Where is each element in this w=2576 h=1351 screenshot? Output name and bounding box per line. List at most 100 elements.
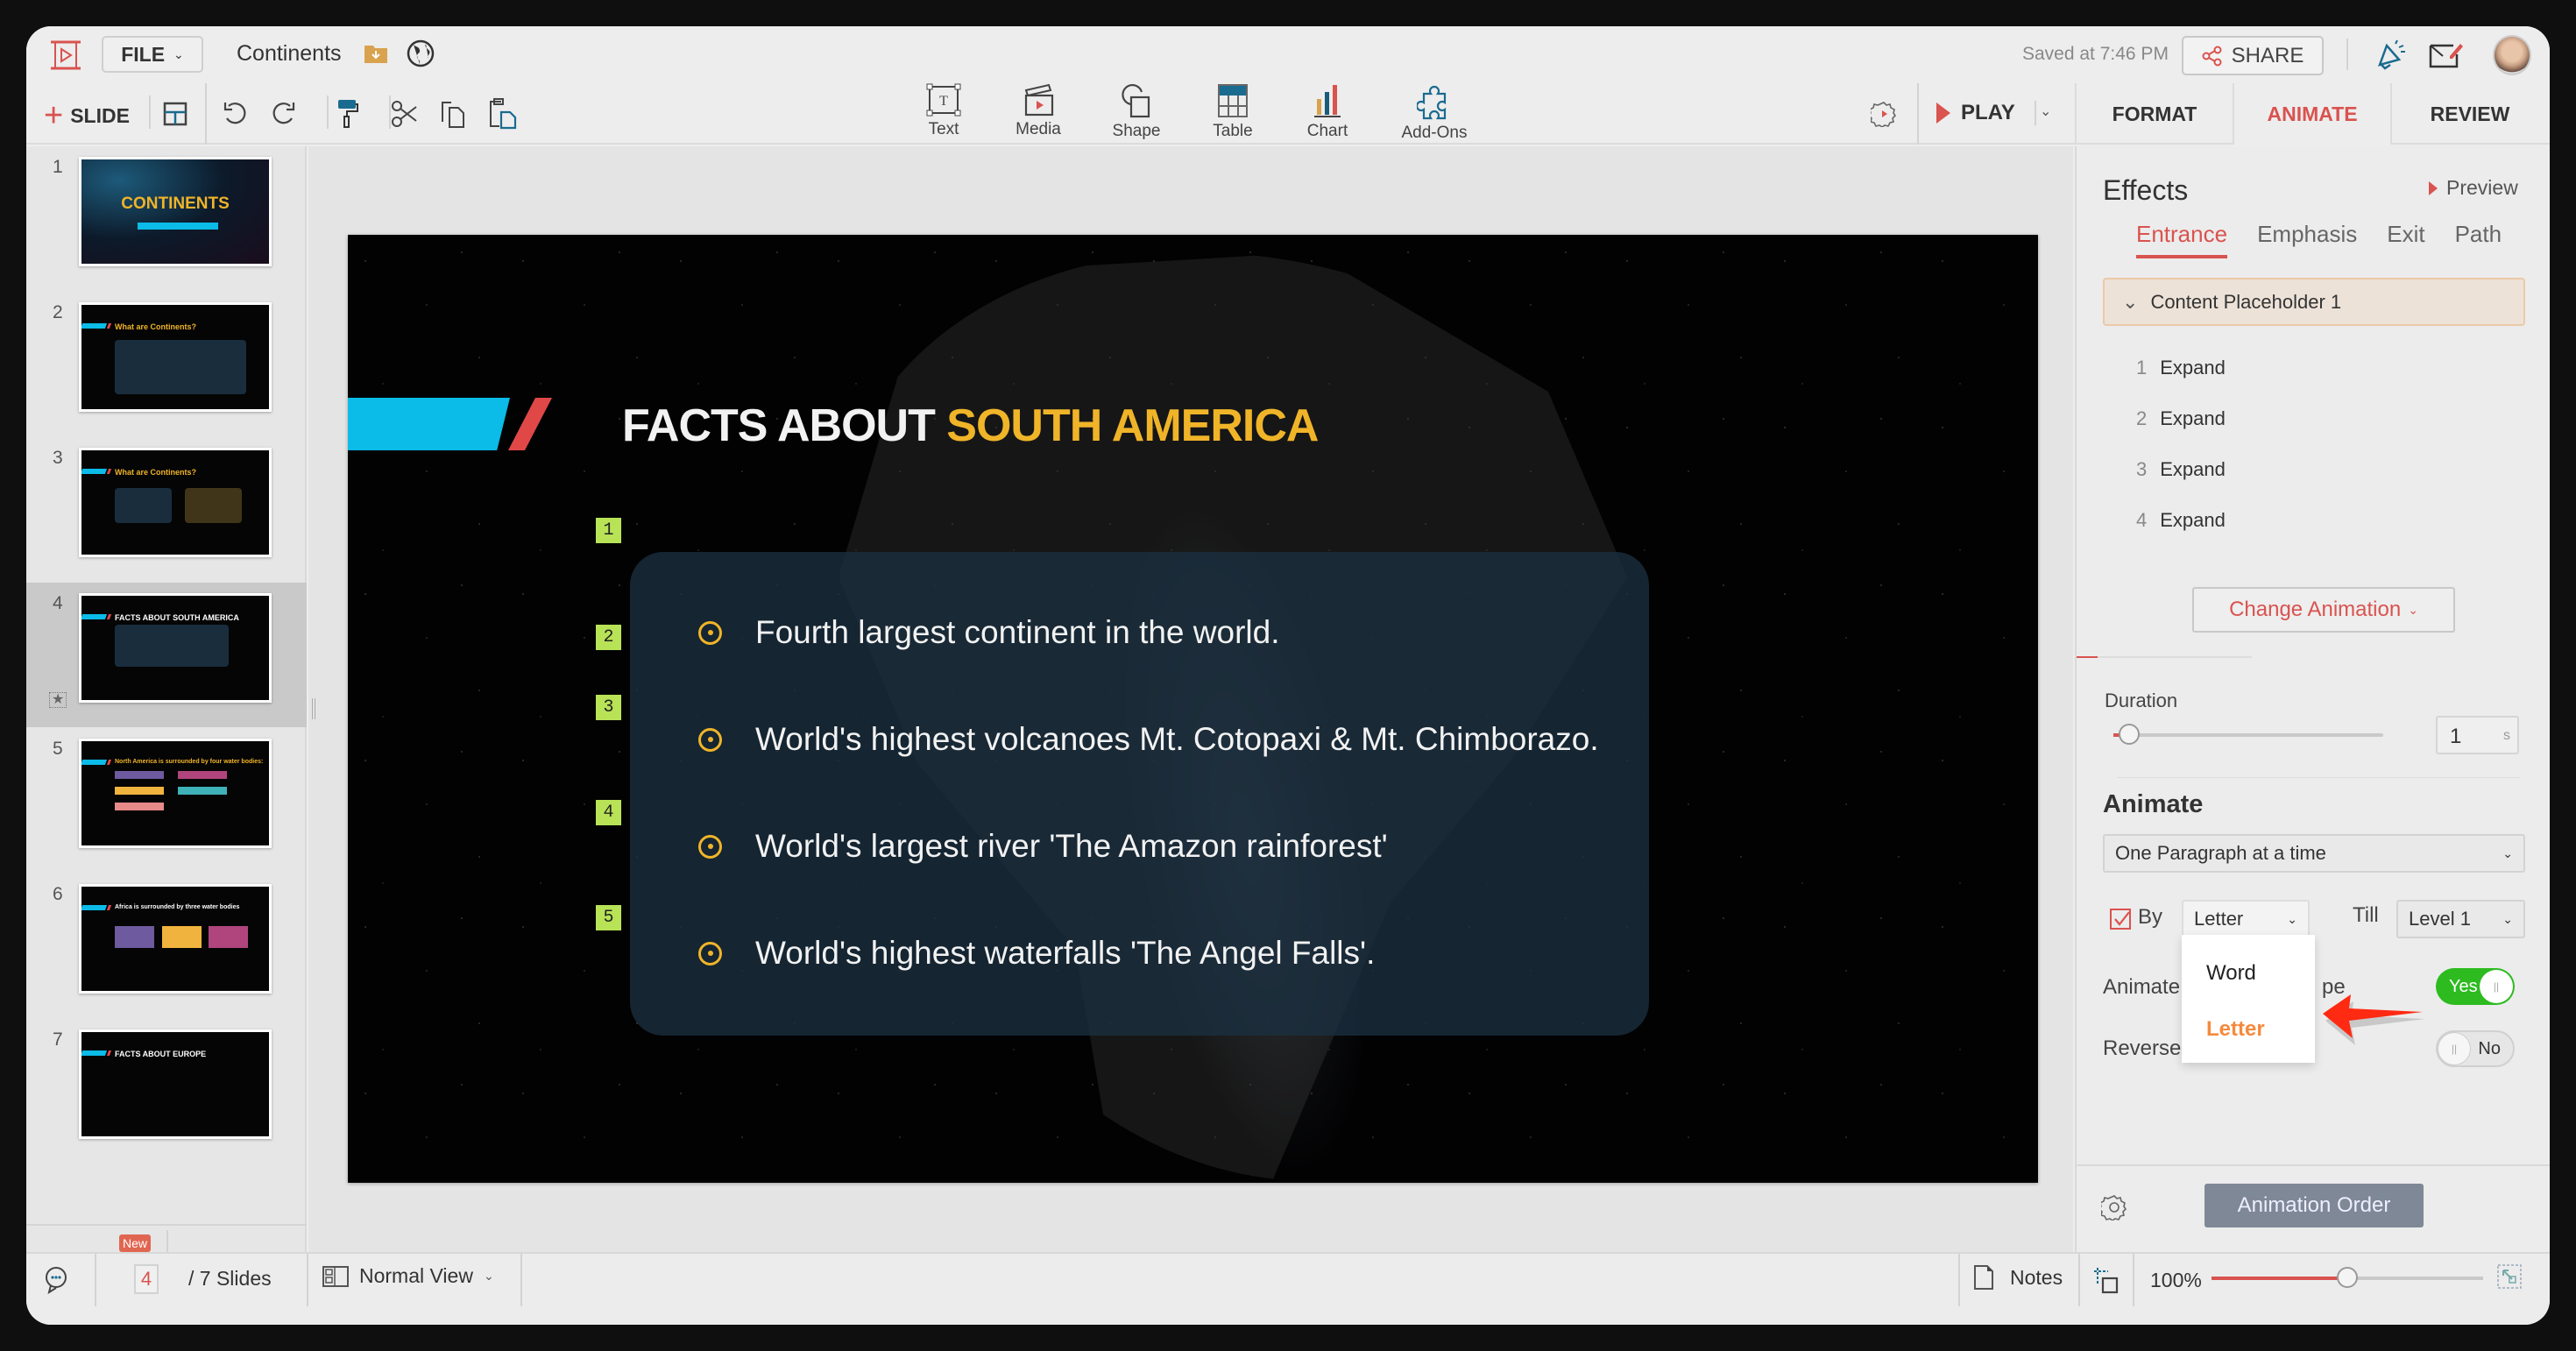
thumb-title: North America is surrounded by four wate…	[115, 759, 264, 765]
slide-canvas[interactable]: FACTS ABOUT SOUTH AMERICA 1 2 3 4 5 Four…	[348, 235, 2038, 1183]
play-button[interactable]: PLAY	[1936, 101, 2015, 125]
tab-emphasis[interactable]: Emphasis	[2257, 221, 2357, 258]
tab-exit[interactable]: Exit	[2387, 221, 2424, 258]
insert-media-button[interactable]: Media	[999, 83, 1078, 139]
play-settings-icon[interactable]	[1866, 97, 1901, 131]
preview-button[interactable]: Preview	[2429, 176, 2518, 200]
slide-thumbnail-4[interactable]: 4 FACTS ABOUT SOUTH AMERICA ★	[26, 583, 307, 727]
settings-gear-icon[interactable]	[2101, 1194, 2127, 1220]
tab-path[interactable]: Path	[2455, 221, 2502, 258]
zoom-slider-knob[interactable]	[2337, 1267, 2358, 1288]
dropdown-option-letter[interactable]: Letter	[2206, 1017, 2265, 1042]
tab-entrance[interactable]: Entrance	[2136, 221, 2228, 258]
zoom-slider[interactable]	[2212, 1267, 2483, 1288]
undo-icon[interactable]	[217, 97, 252, 131]
insert-text-button[interactable]: T Text	[904, 83, 983, 139]
comments-icon[interactable]	[44, 1266, 74, 1296]
format-painter-icon[interactable]	[329, 97, 364, 131]
clapperboard-icon	[1024, 83, 1054, 117]
show-logo-icon[interactable]	[49, 40, 82, 70]
animated-object-header[interactable]: ⌄ Content Placeholder 1	[2103, 278, 2525, 326]
layout-icon[interactable]	[158, 97, 193, 131]
animate-mode-select[interactable]: One Paragraph at a time ⌄	[2103, 834, 2525, 873]
notes-button[interactable]: Notes	[1973, 1264, 2063, 1291]
change-animation-button[interactable]: Change Animation ⌄	[2192, 587, 2455, 633]
circle-bullet-icon	[698, 620, 722, 645]
slide-title[interactable]: FACTS ABOUT SOUTH AMERICA	[622, 400, 1319, 452]
panel-tabs: FORMAT ANIMATE REVIEW	[2075, 83, 2548, 145]
tab-format[interactable]: FORMAT	[2075, 83, 2233, 145]
tab-animate[interactable]: ANIMATE	[2233, 83, 2390, 145]
slide-preview: FACTS ABOUT EUROPE	[79, 1029, 272, 1139]
user-avatar[interactable]	[2493, 35, 2531, 75]
slide-preview: North America is surrounded by four wate…	[79, 739, 272, 848]
animate-shape-toggle[interactable]: Yes ||	[2436, 968, 2515, 1005]
view-mode-select[interactable]: Normal View ⌄	[322, 1264, 494, 1288]
duration-input[interactable]: 1s	[2436, 716, 2519, 754]
animation-index: 4	[2136, 509, 2148, 531]
insert-table-button[interactable]: Table	[1193, 83, 1272, 141]
till-select[interactable]: Level 1 ⌄	[2396, 900, 2525, 938]
redo-icon[interactable]	[266, 97, 301, 131]
by-checkbox[interactable]	[2110, 909, 2131, 930]
slide-preview: CONTINENTS	[79, 157, 272, 266]
circle-bullet-icon	[698, 941, 722, 966]
copy-icon[interactable]	[436, 97, 471, 131]
cut-icon[interactable]	[387, 97, 422, 131]
insert-shape-button[interactable]: Shape	[1097, 83, 1176, 141]
share-button[interactable]: SHARE	[2182, 36, 2324, 75]
slide-thumbnail-5[interactable]: 5 North America is surrounded by four wa…	[26, 728, 307, 873]
thumb-title: CONTINENTS	[121, 195, 230, 213]
animation-list-item[interactable]: 3 Expand	[2136, 458, 2226, 481]
slide-thumbnail-2[interactable]: 2 What are Continents?	[26, 292, 307, 436]
animation-order-tag[interactable]: 1	[596, 518, 621, 543]
notes-page-icon	[1974, 1265, 1993, 1290]
duration-slider-knob[interactable]	[2119, 724, 2140, 745]
tab-review[interactable]: REVIEW	[2390, 83, 2548, 145]
animation-order-button[interactable]: Animation Order	[2204, 1184, 2424, 1227]
slide-thumbnail-7[interactable]: 7 FACTS ABOUT EUROPE	[26, 1019, 307, 1164]
animation-index: 2	[2136, 407, 2148, 429]
paste-icon[interactable]	[485, 97, 520, 131]
insert-chart-button[interactable]: Chart	[1288, 83, 1367, 141]
animate-panel: Effects Preview Entrance Emphasis Exit P…	[2075, 146, 2550, 1252]
animation-order-tag[interactable]: 4	[596, 800, 621, 825]
announcement-icon[interactable]	[2374, 39, 2408, 72]
current-slide-input[interactable]: 4	[134, 1264, 159, 1294]
by-select[interactable]: Letter ⌄	[2182, 900, 2310, 938]
animation-list-item[interactable]: 2 Expand	[2136, 407, 2226, 430]
effect-tabs: Entrance Emphasis Exit Path	[2136, 221, 2502, 258]
fit-to-slide-icon[interactable]	[2092, 1266, 2119, 1294]
new-badge: New	[119, 1234, 152, 1252]
feedback-icon[interactable]	[2429, 39, 2464, 70]
animation-order-tag[interactable]: 5	[596, 905, 621, 930]
add-slide-button[interactable]: + SLIDE	[44, 99, 130, 132]
sidebar-resize-handle[interactable]	[312, 698, 315, 719]
fullscreen-icon[interactable]	[2497, 1264, 2522, 1289]
duration-slider[interactable]	[2113, 724, 2383, 745]
app-window: FILE ⌄ Continents Saved at 7:46 PM SHARE …	[26, 26, 2550, 1325]
file-menu-button[interactable]: FILE ⌄	[102, 36, 203, 73]
slide-number: 5	[53, 739, 63, 759]
document-title[interactable]: Continents	[237, 41, 342, 67]
insert-addons-button[interactable]: Add-Ons	[1395, 83, 1474, 143]
slide-thumbnail-1[interactable]: 1 CONTINENTS	[26, 146, 307, 291]
slide-preview: What are Continents?	[79, 448, 272, 557]
globe-icon[interactable]	[407, 39, 435, 67]
slide-thumbnail-6[interactable]: 6 Africa is surrounded by three water bo…	[26, 874, 307, 1018]
folder-download-icon[interactable]	[364, 44, 387, 63]
slide-thumbnail-3[interactable]: 3 What are Continents?	[26, 437, 307, 582]
animation-order-tag[interactable]: 2	[596, 625, 621, 650]
table-icon	[1218, 84, 1248, 117]
dropdown-option-word[interactable]: Word	[2206, 961, 2256, 986]
till-label: Till	[2353, 903, 2379, 927]
slide-number: 7	[53, 1029, 63, 1050]
play-options-chevron-icon[interactable]: ⌄	[2040, 103, 2051, 120]
play-icon	[2429, 180, 2438, 195]
animation-list-item[interactable]: 4 Expand	[2136, 509, 2226, 532]
animation-index: 3	[2136, 458, 2148, 480]
animation-order-tag[interactable]: 3	[596, 695, 621, 720]
divider	[327, 95, 329, 129]
animation-list-item[interactable]: 1 Expand	[2136, 357, 2226, 379]
reverse-toggle[interactable]: || No	[2436, 1030, 2515, 1067]
